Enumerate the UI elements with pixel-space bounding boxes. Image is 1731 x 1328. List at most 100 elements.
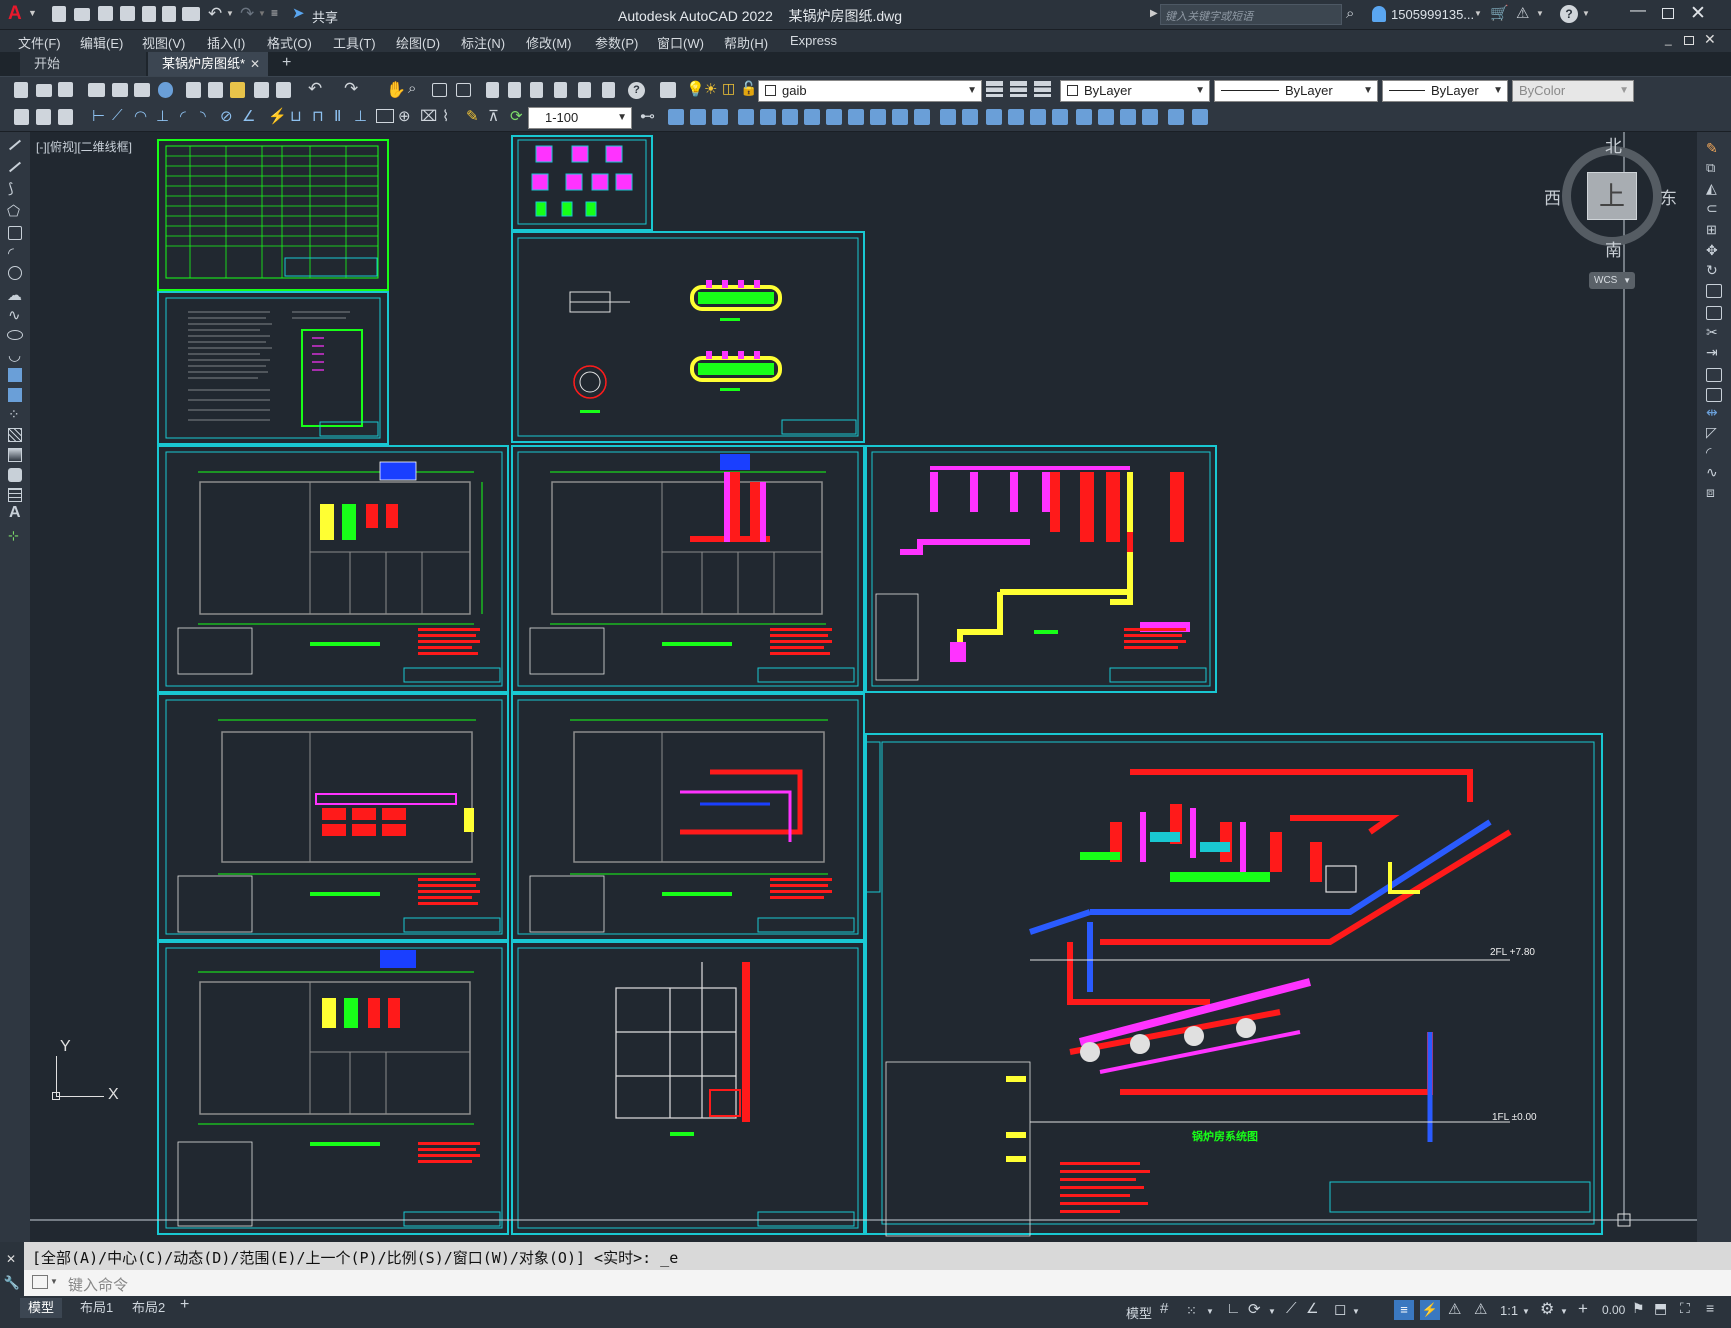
search-expand-icon[interactable]: ▶ <box>1150 8 1158 19</box>
menu-dimension[interactable]: 标注(N) <box>461 33 505 52</box>
add-layout-icon[interactable]: + <box>180 1296 189 1314</box>
dim-edit-icon[interactable]: ✎ <box>466 107 479 125</box>
line-icon[interactable] <box>8 139 22 151</box>
menu-modify[interactable]: 修改(M) <box>526 33 572 52</box>
revcloud-icon[interactable]: ☁ <box>7 286 22 304</box>
saveas-icon[interactable] <box>120 6 135 21</box>
trim-modify-icon[interactable]: ✂ <box>1706 324 1718 341</box>
snap-icon[interactable]: ⁙ <box>1186 1303 1197 1319</box>
otrack-icon[interactable]: ∠ <box>1306 1300 1319 1317</box>
help-icon[interactable]: ? <box>1560 5 1578 23</box>
table-icon[interactable] <box>8 488 22 502</box>
offset-icon[interactable] <box>712 109 728 125</box>
q-undo-icon[interactable]: ↶ <box>308 79 322 99</box>
isolate-objects-icon[interactable]: ⚑ <box>1632 1300 1645 1317</box>
viewcube-south[interactable]: 南 <box>1605 236 1622 261</box>
qpreview-icon[interactable] <box>112 83 128 97</box>
offset-modify-icon[interactable]: ⊂ <box>1706 200 1718 217</box>
block-editor-icon[interactable] <box>276 82 291 98</box>
new-tab-icon[interactable]: + <box>282 54 291 72</box>
ellipse-arc-icon[interactable]: ◡ <box>8 346 21 364</box>
mirror-icon[interactable] <box>690 109 706 125</box>
qnew-icon[interactable] <box>14 82 28 98</box>
layout-tab-model[interactable]: 模型 <box>20 1298 63 1318</box>
join-icon[interactable] <box>914 109 930 125</box>
toolpalettes-icon[interactable] <box>530 82 543 98</box>
save-icon[interactable] <box>98 6 113 21</box>
annotation-visibility-icon[interactable]: ⚠ <box>1448 1300 1461 1318</box>
menu-edit[interactable]: 编辑(E) <box>80 33 123 52</box>
polygon-icon[interactable]: ⬠ <box>7 202 20 220</box>
new-icon[interactable] <box>52 6 66 22</box>
zoom-realtime-icon[interactable]: ⌕ <box>408 80 416 97</box>
dim-break-icon[interactable]: ⊥ <box>354 107 367 125</box>
edit-block-icon[interactable] <box>1142 109 1158 125</box>
help-arrow-icon[interactable]: ▼ <box>1582 9 1590 18</box>
menu-file[interactable]: 文件(F) <box>18 33 61 52</box>
style-manager-icon[interactable] <box>14 109 29 125</box>
array-icon[interactable] <box>738 109 754 125</box>
tablestyle-icon[interactable] <box>58 109 73 125</box>
explode-icon[interactable] <box>986 109 1002 125</box>
menu-help[interactable]: 帮助(H) <box>724 33 768 52</box>
break-modify-icon[interactable] <box>1706 388 1722 402</box>
layout-tab-1[interactable]: 布局1 <box>72 1298 121 1318</box>
viewcube-east[interactable]: 东 <box>1660 184 1677 209</box>
dim-jogged-icon[interactable]: ◝ <box>200 107 206 125</box>
extend-icon[interactable] <box>870 109 886 125</box>
plotstyle-dropdown[interactable]: ByColor ▼ <box>1512 80 1634 102</box>
share-button[interactable]: 共享 <box>312 7 338 26</box>
annotation-monitor-icon[interactable]: + <box>1578 1299 1588 1319</box>
add-selected-icon[interactable]: ⊹ <box>8 528 19 544</box>
pan-icon[interactable]: ✋ <box>386 80 406 100</box>
doc-close-icon[interactable]: ✕ <box>1704 31 1716 48</box>
doc-minimize-icon[interactable]: _ <box>1665 32 1672 46</box>
sheet-system-diagram[interactable] <box>865 733 1603 1237</box>
region-icon[interactable] <box>8 468 22 482</box>
copy-icon[interactable] <box>208 82 223 98</box>
undo-icon[interactable]: ↶ <box>208 4 222 24</box>
zoom-previous-icon[interactable] <box>456 83 471 97</box>
model-space-button[interactable]: 模型 <box>1126 1303 1152 1322</box>
rotate-modify-icon[interactable]: ↻ <box>1706 262 1718 279</box>
break-icon[interactable] <box>892 109 908 125</box>
layer-dropdown[interactable]: gaib ▼ <box>758 80 982 102</box>
dimstyle-dropdown[interactable]: 1-100 ▼ <box>528 107 632 129</box>
workspace-arrow-icon[interactable]: ▼ <box>1560 1307 1568 1316</box>
search-icon[interactable]: ⌕ <box>1346 5 1354 22</box>
layer-vpfreeze-icon[interactable]: ◫ <box>722 80 735 97</box>
sheet-floor-plan-3[interactable] <box>157 693 509 941</box>
autocad-logo[interactable]: A <box>8 3 22 25</box>
search-input[interactable]: 键入关键字或短语 <box>1160 4 1342 25</box>
designcenter-icon[interactable] <box>508 82 521 98</box>
polyline-icon[interactable]: ⟆ <box>8 180 13 197</box>
annotation-scale-arrow-icon[interactable]: ▼ <box>1522 1307 1530 1316</box>
osnap-icon[interactable]: ◻ <box>1334 1300 1346 1318</box>
recent-commands-icon[interactable] <box>32 1275 48 1289</box>
layer-previous-icon[interactable] <box>1010 81 1027 97</box>
edit-attr-icon[interactable] <box>1120 109 1136 125</box>
paste-icon[interactable] <box>230 82 245 98</box>
menu-insert[interactable]: 插入(I) <box>207 33 245 52</box>
plot-icon[interactable] <box>182 7 200 21</box>
sheet-floor-plan-1[interactable] <box>157 445 509 693</box>
ortho-icon[interactable]: ∟ <box>1226 1300 1241 1317</box>
point-icon[interactable]: ⁘ <box>8 406 20 423</box>
dimstyle-manager-icon[interactable]: ⊷ <box>640 107 655 125</box>
array-modify-icon[interactable]: ⊞ <box>1706 222 1717 238</box>
dim-linear-icon[interactable]: ⊢ <box>92 107 105 125</box>
zoom-window-icon[interactable] <box>432 83 447 97</box>
move-modify-icon[interactable]: ✥ <box>1706 242 1718 259</box>
ellipse-icon[interactable] <box>7 330 23 340</box>
cmdline-close-icon[interactable]: ✕ <box>6 1252 16 1266</box>
copy-obj-icon[interactable] <box>668 109 684 125</box>
jogged-linear-icon[interactable]: ⌇ <box>442 107 449 125</box>
inspect-icon[interactable]: ⌧ <box>420 107 437 125</box>
layer-on-icon[interactable]: 💡 <box>686 80 705 98</box>
make-block-icon[interactable] <box>8 388 22 402</box>
user-arrow-icon[interactable]: ▼ <box>1474 9 1482 18</box>
edit-text-icon[interactable] <box>1098 109 1114 125</box>
maximize-icon[interactable] <box>1662 8 1674 19</box>
qpublish-icon[interactable] <box>134 83 150 97</box>
lineweight-dropdown[interactable]: ByLayer ▼ <box>1382 80 1508 102</box>
